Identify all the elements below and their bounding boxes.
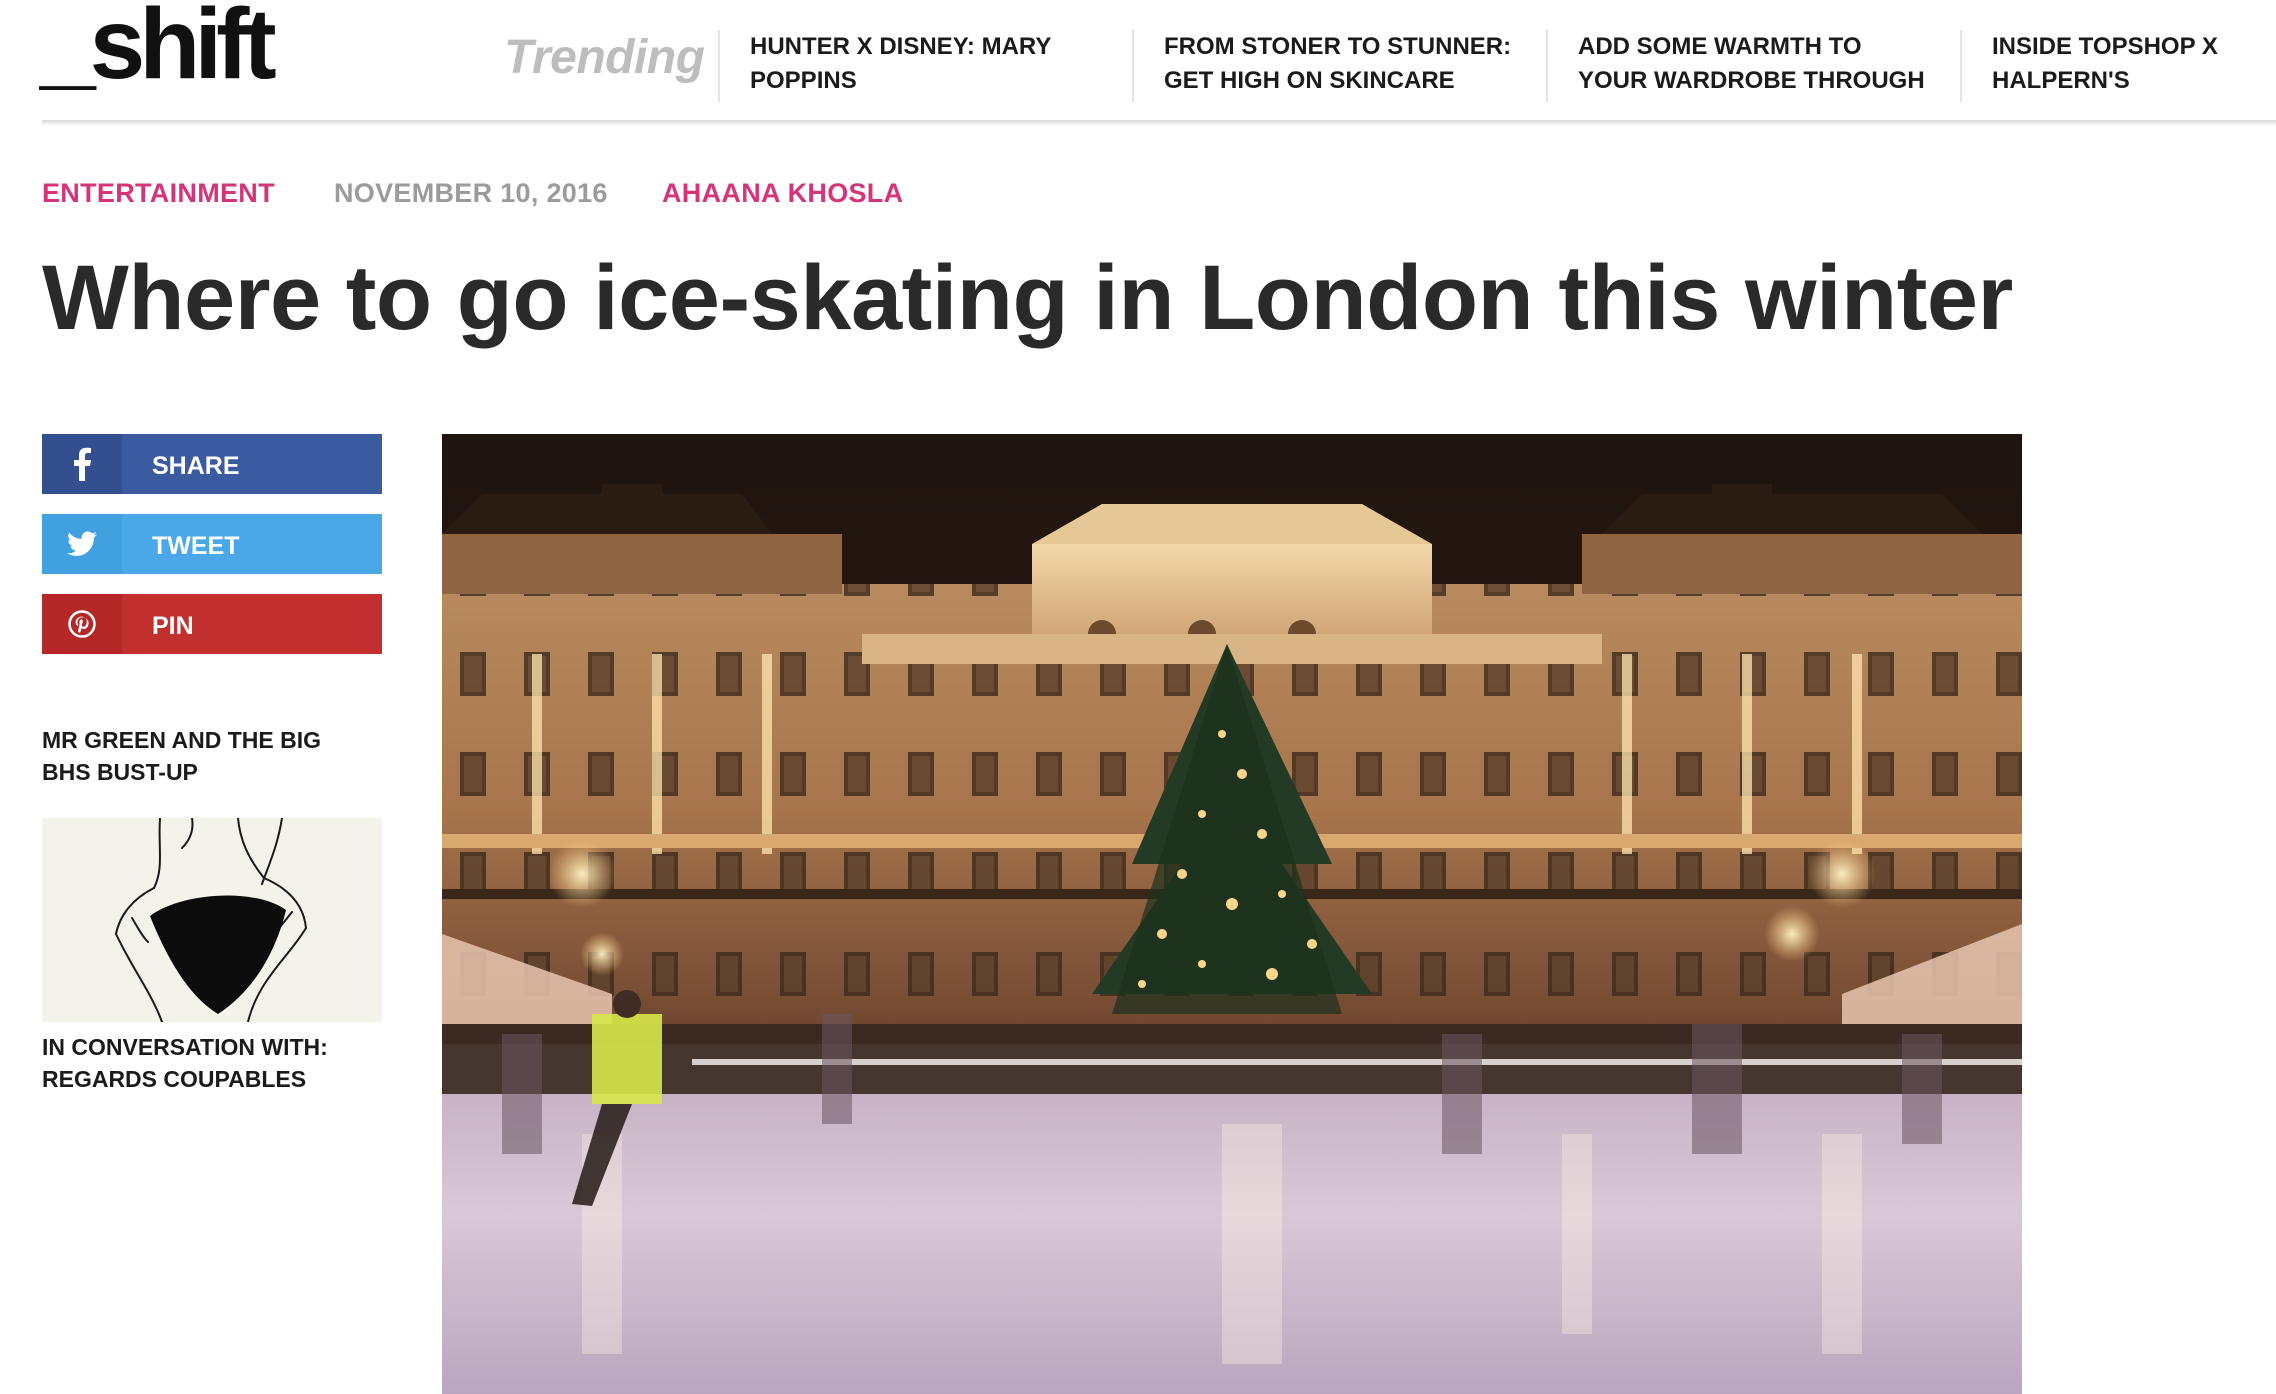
pinterest-pin-button[interactable]: PIN	[42, 594, 382, 654]
facebook-share-label: SHARE	[152, 451, 240, 480]
trending-item-line: FROM STONER TO STUNNER:	[1164, 33, 1512, 60]
trending-item-line: YOUR WARDROBE THROUGH	[1578, 67, 1925, 94]
facebook-icon	[42, 434, 122, 494]
site-logo[interactable]: _shift	[40, 0, 277, 94]
pinterest-icon	[42, 594, 122, 654]
related-article-title[interactable]: IN CONVERSATION WITH: REGARDS COUPABLES	[42, 1031, 382, 1095]
article-hero-image	[442, 434, 2022, 1394]
trending-item-line: GET HIGH ON SKINCARE	[1164, 67, 1455, 94]
trending-label: Trending	[504, 31, 705, 84]
trending-item[interactable]: HUNTER X DISNEY: MARY POPPINS	[718, 30, 1132, 102]
trending-item-line: ADD SOME WARMTH TO	[1578, 33, 1862, 60]
twitter-icon	[42, 514, 122, 574]
article-author[interactable]: AHAANA KHOSLA	[662, 178, 903, 209]
article-title: Where to go ice-skating in London this w…	[42, 247, 2013, 349]
trending-item[interactable]: FROM STONER TO STUNNER: GET HIGH ON SKIN…	[1132, 30, 1546, 102]
trending-item-line: HALPERN'S	[1992, 67, 2130, 94]
trending-item-line: HUNTER X DISNEY: MARY	[750, 33, 1052, 60]
article-category[interactable]: ENTERTAINMENT	[42, 178, 275, 209]
related-title-line: MR GREEN AND THE BIG	[42, 727, 321, 753]
related-title-line: IN CONVERSATION WITH:	[42, 1034, 328, 1060]
facebook-share-button[interactable]: SHARE	[42, 434, 382, 494]
illustration-image	[42, 818, 382, 1022]
header-divider	[42, 120, 2276, 126]
trending-item[interactable]: INSIDE TOPSHOP X HALPERN'S	[1960, 30, 2276, 102]
article-date: NOVEMBER 10, 2016	[334, 178, 608, 208]
site-header: _shift Trending HUNTER X DISNEY: MARY PO…	[0, 0, 2276, 122]
trending-item-line: INSIDE TOPSHOP X	[1992, 33, 2218, 60]
trending-item[interactable]: ADD SOME WARMTH TO YOUR WARDROBE THROUGH	[1546, 30, 1960, 102]
twitter-tweet-button[interactable]: TWEET	[42, 514, 382, 574]
related-title-line: REGARDS COUPABLES	[42, 1066, 307, 1092]
related-article-thumbnail[interactable]	[42, 818, 382, 1022]
twitter-tweet-label: TWEET	[152, 531, 240, 560]
ice-rink-photo	[442, 434, 2022, 1394]
related-title-line: BHS BUST-UP	[42, 759, 198, 785]
pinterest-pin-label: PIN	[152, 611, 194, 640]
trending-item-line: POPPINS	[750, 67, 857, 94]
related-article-title[interactable]: MR GREEN AND THE BIG BHS BUST-UP	[42, 724, 382, 788]
